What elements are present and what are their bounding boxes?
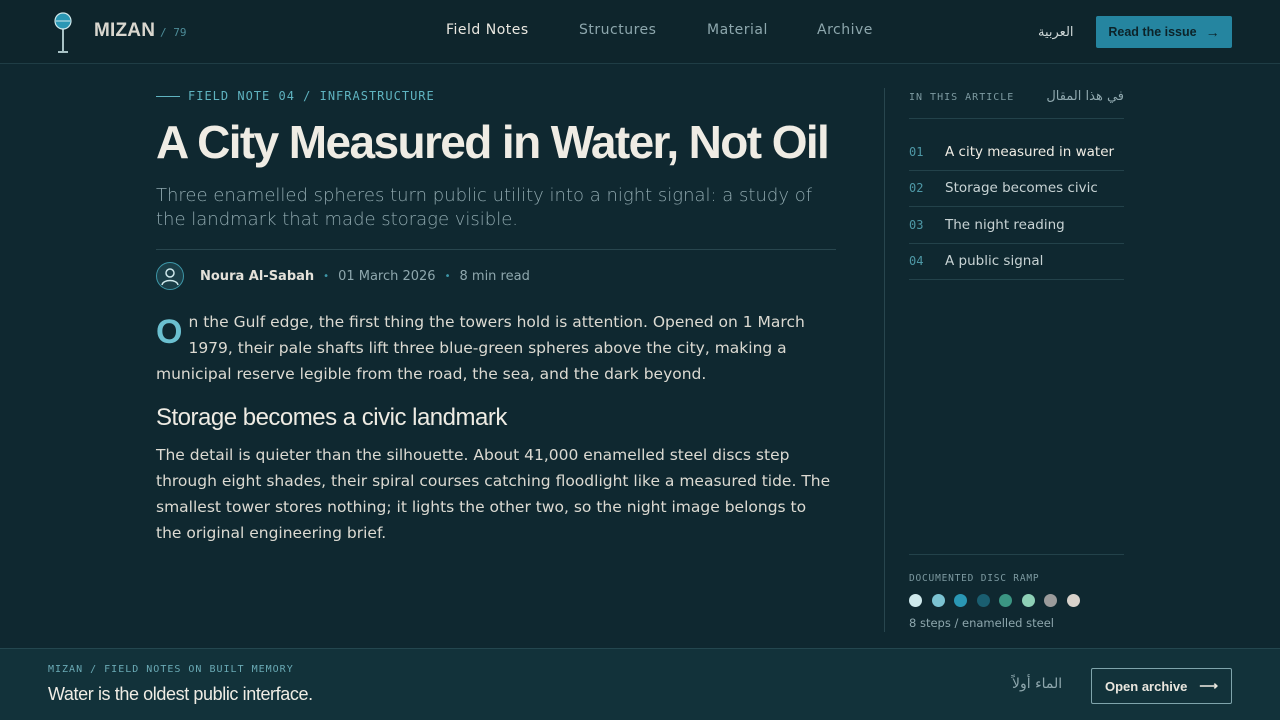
footer-arabic-tagline: الماء أولاً <box>1012 676 1063 692</box>
disc-swatch-3 <box>954 594 967 607</box>
issue-number: / 79 <box>160 26 187 39</box>
toc-item-1[interactable]: 01 A city measured in water <box>909 134 1124 171</box>
title-divider <box>156 249 836 250</box>
disc-swatch-7 <box>1044 594 1057 607</box>
toc-label-arabic: في هذا المقال <box>1046 89 1124 104</box>
toc-number: 03 <box>909 217 924 232</box>
byline: Noura Al-Sabah • 01 March 2026 • 8 min r… <box>156 262 530 290</box>
toc-text: A city measured in water <box>945 143 1115 160</box>
toc-text: A public signal <box>945 253 1044 270</box>
read-the-issue-label: Read the issue <box>1108 25 1197 39</box>
nav-material[interactable]: Material <box>707 22 768 38</box>
nav-structures[interactable]: Structures <box>579 22 656 38</box>
toc-number: 01 <box>909 144 924 159</box>
brand-name[interactable]: MIZAN <box>94 20 155 42</box>
article-title: A City Measured in Water, Not Oil <box>156 116 830 168</box>
language-switch-arabic[interactable]: العربية <box>1038 24 1074 40</box>
toc-number: 02 <box>909 181 924 196</box>
read-the-issue-button[interactable]: Read the issue → <box>1096 16 1232 48</box>
footer-bar: MIZAN / FIELD NOTES ON BUILT MEMORY Wate… <box>0 648 1280 720</box>
arrow-right-icon: → <box>1205 24 1220 40</box>
disc-ramp-caption: 8 steps / enamelled steel <box>909 616 1054 630</box>
section-heading: Storage becomes a civic landmark <box>156 404 507 431</box>
ramp-divider <box>909 554 1124 555</box>
water-tower-icon[interactable] <box>54 12 72 54</box>
disc-swatch-2 <box>931 594 945 607</box>
disc-ramp-swatches <box>909 594 1080 607</box>
toc-item-4[interactable]: 04 A public signal <box>909 244 1124 280</box>
kicker-text: FIELD NOTE 04 / INFRASTRUCTURE <box>188 89 435 103</box>
open-archive-label: Open archive <box>1104 678 1188 694</box>
disc-swatch-1 <box>909 594 922 607</box>
toc-number: 04 <box>909 254 924 269</box>
read-time: 8 min read <box>459 268 530 284</box>
long-arrow-right-icon: ⟶ <box>1199 678 1218 693</box>
disc-ramp-label: DOCUMENTED DISC RAMP <box>909 573 1040 584</box>
kicker-rule <box>156 95 180 97</box>
disc-swatch-5 <box>999 594 1012 607</box>
toc-label: IN THIS ARTICLE <box>909 92 1015 103</box>
nav-archive[interactable]: Archive <box>817 22 873 38</box>
byline-separator: • <box>323 270 330 282</box>
table-of-contents: 01 A city measured in water 02 Storage b… <box>909 134 1124 280</box>
byline-separator: • <box>444 270 451 282</box>
drop-cap: O <box>156 313 183 351</box>
footer-kicker: MIZAN / FIELD NOTES ON BUILT MEMORY <box>48 664 294 675</box>
toc-rule <box>909 118 1124 119</box>
article-paragraph-2: The detail is quieter than the silhouett… <box>156 446 831 542</box>
toc-text: Storage becomes civic <box>945 180 1098 197</box>
publish-date: 01 March 2026 <box>338 268 436 284</box>
top-navigation-bar: MIZAN / 79 Field Notes Structures Materi… <box>0 0 1280 64</box>
open-archive-button[interactable]: Open archive ⟶ <box>1091 668 1232 704</box>
footer-tagline: Water is the oldest public interface. <box>48 684 313 704</box>
toc-text: The night reading <box>945 216 1065 233</box>
nav-field-notes[interactable]: Field Notes <box>446 22 529 38</box>
author-name[interactable]: Noura Al-Sabah <box>200 269 314 284</box>
toc-item-2[interactable]: 02 Storage becomes civic <box>909 171 1124 207</box>
article-paragraph-1: O n the Gulf edge, the first thing the t… <box>156 309 836 387</box>
sidebar-divider <box>884 88 885 632</box>
toc-item-3[interactable]: 03 The night reading <box>909 207 1124 244</box>
disc-swatch-8 <box>1066 594 1080 607</box>
article-kicker: FIELD NOTE 04 / INFRASTRUCTURE <box>156 89 435 103</box>
disc-swatch-4 <box>976 594 990 607</box>
user-avatar-icon[interactable] <box>156 262 184 290</box>
paragraph-1-text: n the Gulf edge, the first thing the tow… <box>156 313 805 383</box>
article-dek: Three enamelled spheres turn public util… <box>156 185 813 230</box>
disc-swatch-6 <box>1021 594 1035 607</box>
